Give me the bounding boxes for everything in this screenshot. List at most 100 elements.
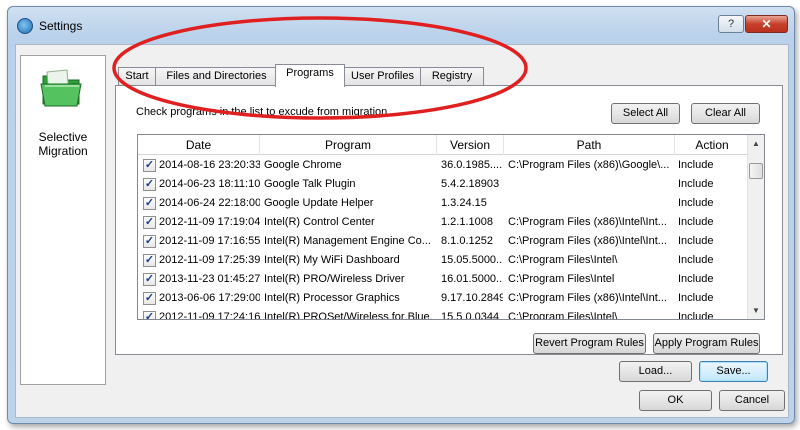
cell-action: Include [678,197,714,209]
title-bar[interactable]: Settings ? ✕ [8,7,794,39]
vertical-scrollbar[interactable]: ▲ ▼ [747,135,764,319]
table-row[interactable]: ✓ 2012-11-09 17:19:04 Intel(R) Control C… [138,213,749,232]
cell-action: Include [678,159,714,171]
cell-date: 2012-11-09 17:19:04 [159,216,260,228]
cell-date: 2012-11-09 17:25:39 [159,254,260,266]
dialog-body: Selective Migration Start Files and Dire… [15,44,789,418]
row-checkbox[interactable]: ✓ [143,273,156,286]
cell-path: C:\Program Files (x86)\Intel\Int... [508,292,667,304]
help-button[interactable]: ? [718,15,744,33]
row-checkbox[interactable]: ✓ [143,178,156,191]
cell-path: C:\Program Files\Intel\ [508,311,618,320]
column-header-version[interactable]: Version [437,135,504,155]
cell-date: 2013-11-23 01:45:27 [159,273,260,285]
table-row[interactable]: ✓ 2013-06-06 17:29:00 Intel(R) Processor… [138,289,749,308]
cell-program: Intel(R) Processor Graphics [264,292,400,304]
cell-date: 2012-11-09 17:24:16 [159,311,260,320]
tab-programs[interactable]: Programs [275,64,345,87]
ok-button[interactable]: OK [639,390,712,411]
revert-program-rules-button[interactable]: Revert Program Rules [533,333,646,354]
table-row[interactable]: ✓ 2014-08-16 23:20:33 Google Chrome 36.0… [138,156,749,175]
column-header-program[interactable]: Program [260,135,437,155]
cell-action: Include [678,216,714,228]
column-header-date[interactable]: Date [138,135,260,155]
instruction-text: Check programs in the list to excude fro… [136,106,388,118]
cell-action: Include [678,254,714,266]
green-folder-icon[interactable] [37,66,85,110]
cell-action: Include [678,273,714,285]
cancel-button[interactable]: Cancel [719,390,785,411]
cell-version: 9.17.10.2849 [441,292,503,304]
cell-version: 8.1.0.1252 [441,235,493,247]
tab-files-and-directories[interactable]: Files and Directories [155,67,278,86]
cell-path [508,175,673,194]
cell-version: 1.2.1.1008 [441,216,493,228]
tab-start[interactable]: Start [118,67,156,86]
cell-path [508,194,673,213]
apply-program-rules-button[interactable]: Apply Program Rules [653,333,760,354]
window-title: Settings [39,19,83,33]
cell-program: Intel(R) Control Center [264,216,375,228]
cell-date: 2012-11-09 17:16:55 [159,235,260,247]
column-header-path[interactable]: Path [504,135,675,155]
cell-version: 15.5.0.0344 [441,311,500,320]
scroll-thumb[interactable] [749,163,763,179]
cell-program: Intel(R) PRO/Wireless Driver [264,273,405,285]
row-checkbox[interactable]: ✓ [143,235,156,248]
table-row[interactable]: ✓ 2014-06-23 18:11:10 Google Talk Plugin… [138,175,749,194]
cell-action: Include [678,311,714,320]
cell-program: Intel(R) Management Engine Co... [264,235,431,247]
cell-version: 5.4.2.18903 [441,178,500,190]
cell-path: C:\Program Files\Intel [508,273,615,285]
table-row[interactable]: ✓ 2014-06-24 22:18:00 Google Update Help… [138,194,749,213]
cell-action: Include [678,292,714,304]
clear-all-button[interactable]: Clear All [691,103,760,124]
programs-tab-page: Check programs in the list to excude fro… [115,85,783,355]
cell-version: 1.3.24.15 [441,197,487,209]
tab-control: Start Files and Directories Programs Use… [115,55,783,355]
cell-date: 2013-06-06 17:29:00 [159,292,260,304]
programs-grid[interactable]: Date Program Version Path Action ✓ 2014-… [137,134,765,320]
row-checkbox[interactable]: ✓ [143,159,156,172]
close-button[interactable]: ✕ [745,15,788,33]
cell-date: 2014-06-23 18:11:10 [159,178,260,190]
cell-program: Google Talk Plugin [264,178,356,190]
scroll-up-arrow-icon[interactable]: ▲ [748,135,764,152]
row-checkbox[interactable]: ✓ [143,254,156,267]
cell-action: Include [678,178,714,190]
table-row[interactable]: ✓ 2012-11-09 17:24:16 Intel(R) PROSet/Wi… [138,308,749,320]
cell-date: 2014-08-16 23:20:33 [159,159,260,171]
row-checkbox[interactable]: ✓ [143,197,156,210]
scroll-down-arrow-icon[interactable]: ▼ [748,302,764,319]
cell-version: 15.05.5000... [441,254,503,266]
save-button[interactable]: Save... [699,361,768,382]
nav-panel: Selective Migration [20,55,106,385]
cell-program: Google Update Helper [264,197,374,209]
cell-program: Intel(R) PROSet/Wireless for Blue... [264,311,434,320]
cell-version: 36.0.1985.... [441,159,503,171]
cell-program: Intel(R) My WiFi Dashboard [264,254,400,266]
cell-path: C:\Program Files (x86)\Google\... [508,159,670,171]
table-row[interactable]: ✓ 2012-11-09 17:16:55 Intel(R) Managemen… [138,232,749,251]
select-all-button[interactable]: Select All [611,103,680,124]
row-checkbox[interactable]: ✓ [143,311,156,319]
table-row[interactable]: ✓ 2013-11-23 01:45:27 Intel(R) PRO/Wirel… [138,270,749,289]
load-button[interactable]: Load... [619,361,692,382]
column-header-action[interactable]: Action [675,135,749,155]
tab-user-profiles[interactable]: User Profiles [342,67,423,86]
table-row[interactable]: ✓ 2012-11-09 17:25:39 Intel(R) My WiFi D… [138,251,749,270]
cell-date: 2014-06-24 22:18:00 [159,197,260,209]
cell-path: C:\Program Files\Intel\ [508,254,618,266]
settings-window: Settings ? ✕ Selective Migration Start F… [7,6,795,424]
row-checkbox[interactable]: ✓ [143,216,156,229]
tab-registry[interactable]: Registry [420,67,484,86]
cell-path: C:\Program Files (x86)\Intel\Int... [508,216,667,228]
cell-program: Google Chrome [264,159,342,171]
nav-item-selective-migration[interactable]: Selective Migration [21,130,105,158]
grid-header: Date Program Version Path Action [138,135,749,155]
cell-path: C:\Program Files (x86)\Intel\Int... [508,235,667,247]
row-checkbox[interactable]: ✓ [143,292,156,305]
app-icon [17,18,33,34]
cell-version: 16.01.5000... [441,273,503,285]
cell-action: Include [678,235,714,247]
